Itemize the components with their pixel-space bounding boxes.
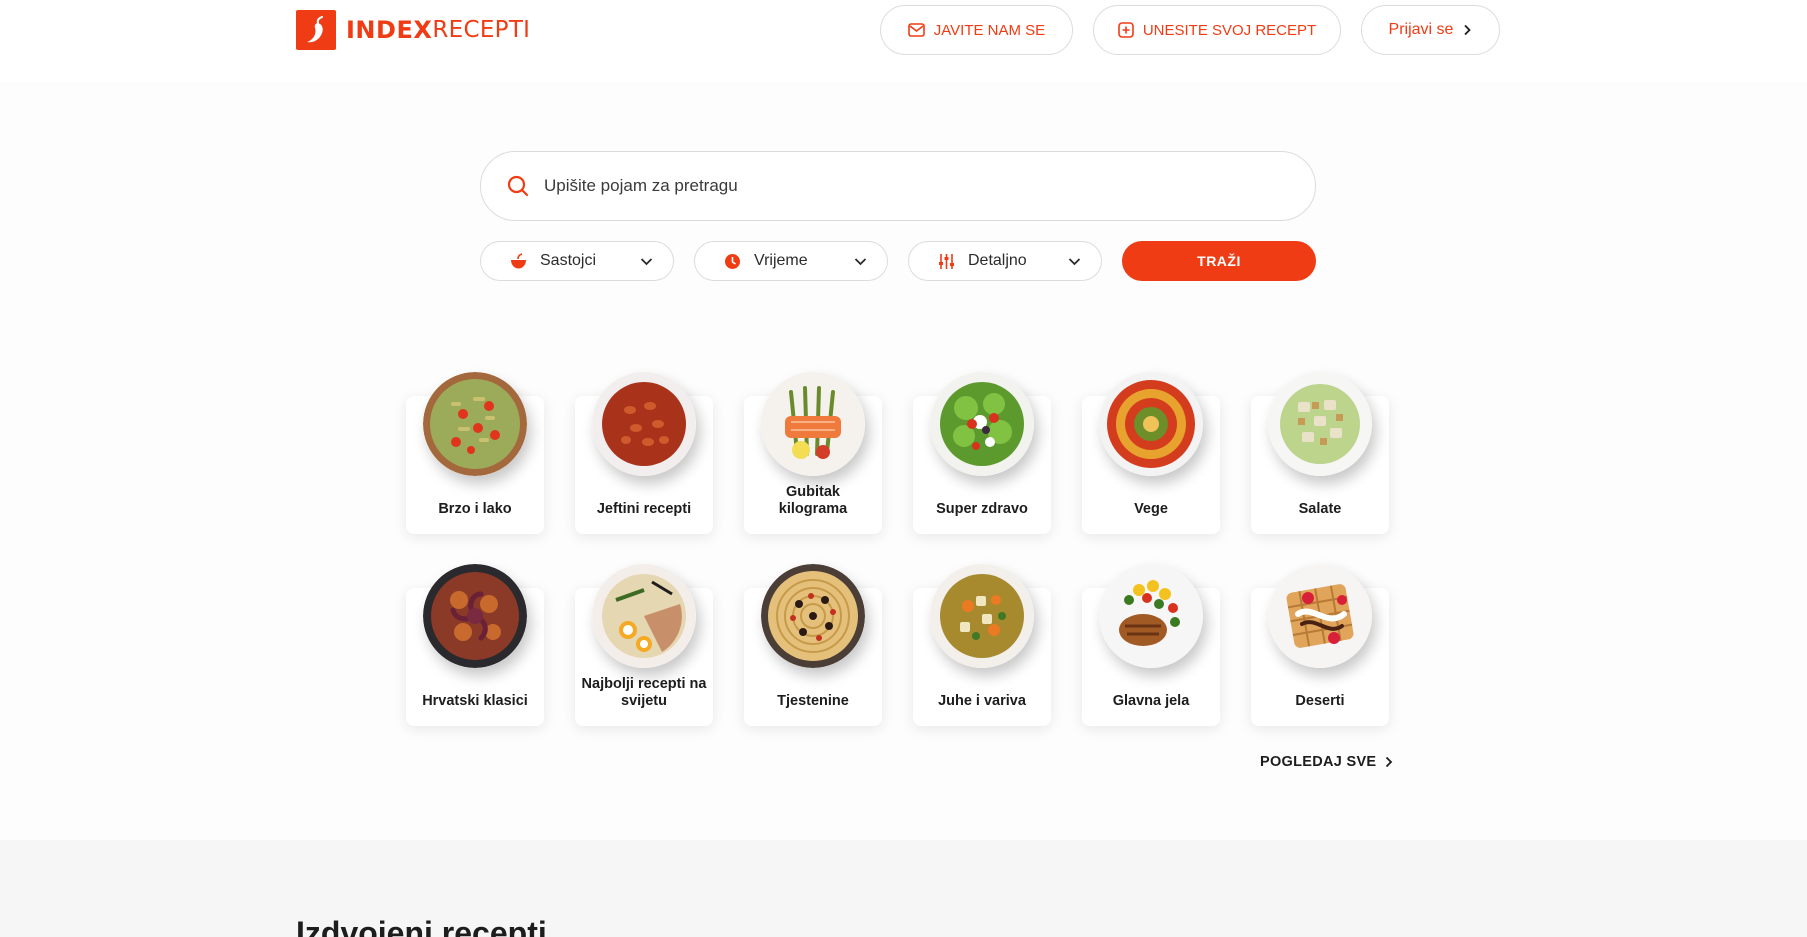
- category-card[interactable]: Brzo i lako: [406, 372, 544, 534]
- chevron-down-icon: [1068, 257, 1081, 265]
- pasta-salad-plate-icon: [423, 372, 527, 476]
- detail-dropdown[interactable]: Detaljno: [908, 241, 1102, 281]
- category-card[interactable]: Gubitak kilograma: [744, 372, 882, 534]
- login-button[interactable]: Prijavi se: [1361, 5, 1500, 55]
- category-card[interactable]: Najbolji recepti na svijetu: [575, 564, 713, 726]
- featured-title: Izdvojeni recepti: [296, 915, 547, 937]
- sliders-icon: [939, 253, 954, 269]
- category-label: Deserti: [1295, 693, 1345, 709]
- salmon-asparagus-plate-icon: [761, 372, 865, 476]
- view-all-link[interactable]: POGLEDAJ SVE: [1260, 752, 1393, 772]
- featured-recipes-section: Izdvojeni recepti: [0, 840, 1807, 937]
- ingredients-dropdown[interactable]: Sastojci: [480, 241, 674, 281]
- bowl-icon: [511, 252, 526, 268]
- category-label: Glavna jela: [1112, 693, 1190, 709]
- site-header: INDEX RECEPTI JAVITE NAM SE UNESITE SVOJ…: [0, 0, 1807, 81]
- ingredients-label: Sastojci: [540, 252, 597, 269]
- category-card[interactable]: Salate: [1251, 372, 1389, 534]
- submit-recipe-button[interactable]: UNESITE SVOJ RECEPT: [1093, 5, 1341, 55]
- site-logo[interactable]: INDEX RECEPTI: [296, 10, 530, 50]
- ramen-bowl-plate-icon: [592, 564, 696, 668]
- category-card[interactable]: Hrvatski klasici: [406, 564, 544, 726]
- category-card[interactable]: Vege: [1082, 372, 1220, 534]
- category-card[interactable]: Tjestenine: [744, 564, 882, 726]
- category-label: Hrvatski klasici: [422, 693, 528, 709]
- chevron-right-icon: [1386, 756, 1393, 768]
- mail-icon: [907, 23, 925, 37]
- category-label: Juhe i variva: [938, 693, 1026, 709]
- category-card[interactable]: Deserti: [1251, 564, 1389, 726]
- category-card[interactable]: Juhe i variva: [913, 564, 1051, 726]
- logo-wordmark-light: RECEPTI: [432, 17, 531, 43]
- login-label: Prijavi se: [1388, 21, 1454, 38]
- category-label: Super zdravo: [936, 501, 1028, 517]
- category-label: Tjestenine: [777, 693, 849, 709]
- green-salad-plate-icon: [930, 372, 1034, 476]
- contact-us-label: JAVITE NAM SE: [933, 21, 1046, 39]
- submit-recipe-label: UNESITE SVOJ RECEPT: [1142, 21, 1317, 39]
- category-label: Vege: [1134, 501, 1168, 517]
- logo-wordmark-bold: INDEX: [346, 16, 433, 44]
- time-label: Vrijeme: [754, 252, 808, 269]
- category-card[interactable]: Super zdravo: [913, 372, 1051, 534]
- category-label: Gubitak kilograma: [778, 484, 848, 517]
- chevron-right-icon: [1464, 24, 1472, 36]
- chicken-main-plate-icon: [1099, 564, 1203, 668]
- ratatouille-plate-icon: [1099, 372, 1203, 476]
- search-icon: [507, 175, 529, 197]
- search-input[interactable]: [544, 176, 1264, 196]
- chevron-down-icon: [640, 257, 653, 265]
- bean-stew-plate-icon: [592, 372, 696, 476]
- category-label: Jeftini recepti: [596, 501, 692, 517]
- caesar-salad-plate-icon: [1268, 372, 1372, 476]
- search-button[interactable]: TRAŽI: [1122, 241, 1316, 281]
- category-card[interactable]: Glavna jela: [1082, 564, 1220, 726]
- time-dropdown[interactable]: Vrijeme: [694, 241, 888, 281]
- category-label: Najbolji recepti na svijetu: [581, 676, 707, 709]
- add-box-icon: [1118, 22, 1134, 38]
- search-box[interactable]: [480, 151, 1316, 221]
- octopus-peka-plate-icon: [423, 564, 527, 668]
- category-label: Brzo i lako: [438, 501, 512, 517]
- spaghetti-plate-icon: [761, 564, 865, 668]
- chevron-down-icon: [854, 257, 867, 265]
- category-label: Salate: [1298, 501, 1342, 517]
- soup-bowl-plate-icon: [930, 564, 1034, 668]
- contact-us-button[interactable]: JAVITE NAM SE: [880, 5, 1073, 55]
- detail-label: Detaljno: [968, 252, 1027, 269]
- waffle-dessert-plate-icon: [1268, 564, 1372, 668]
- category-card[interactable]: Jeftini recepti: [575, 372, 713, 534]
- view-all-label: POGLEDAJ SVE: [1260, 754, 1377, 770]
- chili-logo-icon: [296, 10, 336, 50]
- clock-icon: [725, 253, 740, 269]
